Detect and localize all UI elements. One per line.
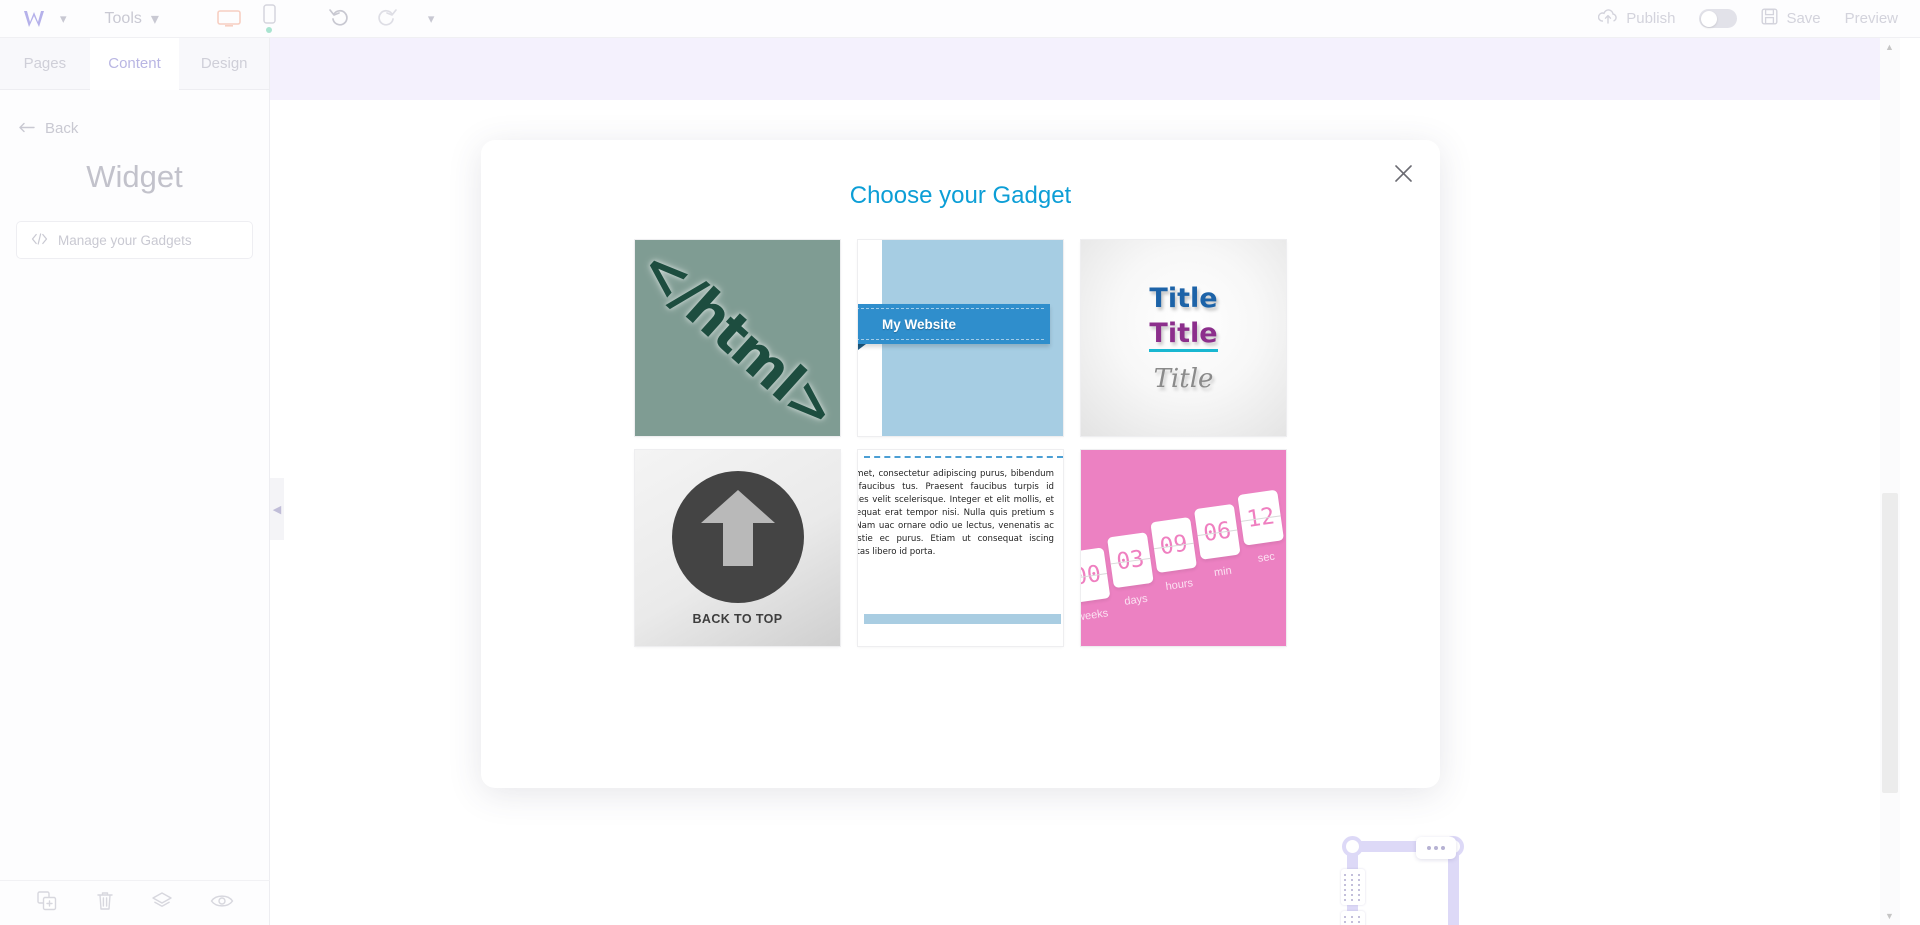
gadget-tile-banner[interactable]: My Website <box>858 240 1063 436</box>
title-sample-1: Title <box>1149 282 1218 314</box>
arrow-up-icon <box>700 489 775 566</box>
countdown-unit-min: 06 min <box>1193 503 1244 581</box>
countdown-value-sec: 12 <box>1237 489 1285 546</box>
gadget-tile-html[interactable]: </html> <box>635 240 840 436</box>
countdown-label-hours: hours <box>1164 577 1194 593</box>
banner-fold <box>858 344 866 356</box>
close-x-icon[interactable] <box>1388 158 1418 188</box>
gadget-tile-back-to-top[interactable]: BACK TO TOP <box>635 450 840 646</box>
title-sample-3: Title <box>1153 363 1214 394</box>
countdown-label-sec: sec <box>1257 550 1276 565</box>
text-accent-bar <box>864 614 1061 624</box>
app-root: ▾ Tools ▾ ▾ Publish Save Preview Pages C… <box>0 0 1920 925</box>
countdown-value-days: 03 <box>1107 532 1154 589</box>
text-dashed-border <box>864 456 1063 458</box>
countdown-label-min: min <box>1213 564 1233 580</box>
html-art-text: </html> <box>635 240 840 436</box>
countdown-label-days: days <box>1123 592 1149 608</box>
countdown-unit-sec: 12 sec <box>1237 489 1286 567</box>
back-to-top-label: BACK TO TOP <box>692 611 783 626</box>
gadget-picker-overlay: Choose your Gadget </html> My Website Ti… <box>0 0 1920 925</box>
countdown-label-weeks: weeks <box>1081 607 1109 624</box>
countdown-value-weeks: 00 <box>1081 547 1111 604</box>
gadget-picker-modal: Choose your Gadget </html> My Website Ti… <box>481 140 1440 788</box>
gadget-grid: </html> My Website Title Title Title BAC… <box>481 240 1440 646</box>
text-body: sit amet, consectetur adipiscing purus, … <box>858 469 1054 558</box>
gadget-tile-text[interactable]: sit amet, consectetur adipiscing purus, … <box>858 450 1063 646</box>
gadget-tile-countdown[interactable]: 00 weeks 03 days 09 hours 06 min 12 sec <box>1081 450 1286 646</box>
countdown-unit-weeks: 00 weeks <box>1081 547 1113 624</box>
title-sample-2: Title <box>1149 318 1218 352</box>
countdown-value-min: 06 <box>1193 503 1241 560</box>
countdown-value-hours: 09 <box>1150 516 1198 574</box>
banner-ribbon: My Website <box>858 304 1050 344</box>
banner-ribbon-label: My Website <box>882 316 957 332</box>
countdown-row: 00 weeks 03 days 09 hours 06 min 12 sec <box>1081 489 1286 642</box>
countdown-unit-days: 03 days <box>1107 532 1157 609</box>
countdown-unit-hours: 09 hours <box>1150 516 1200 594</box>
gadget-tile-title[interactable]: Title Title Title <box>1081 240 1286 436</box>
back-to-top-circle <box>671 470 804 603</box>
modal-title: Choose your Gadget <box>849 182 1072 209</box>
